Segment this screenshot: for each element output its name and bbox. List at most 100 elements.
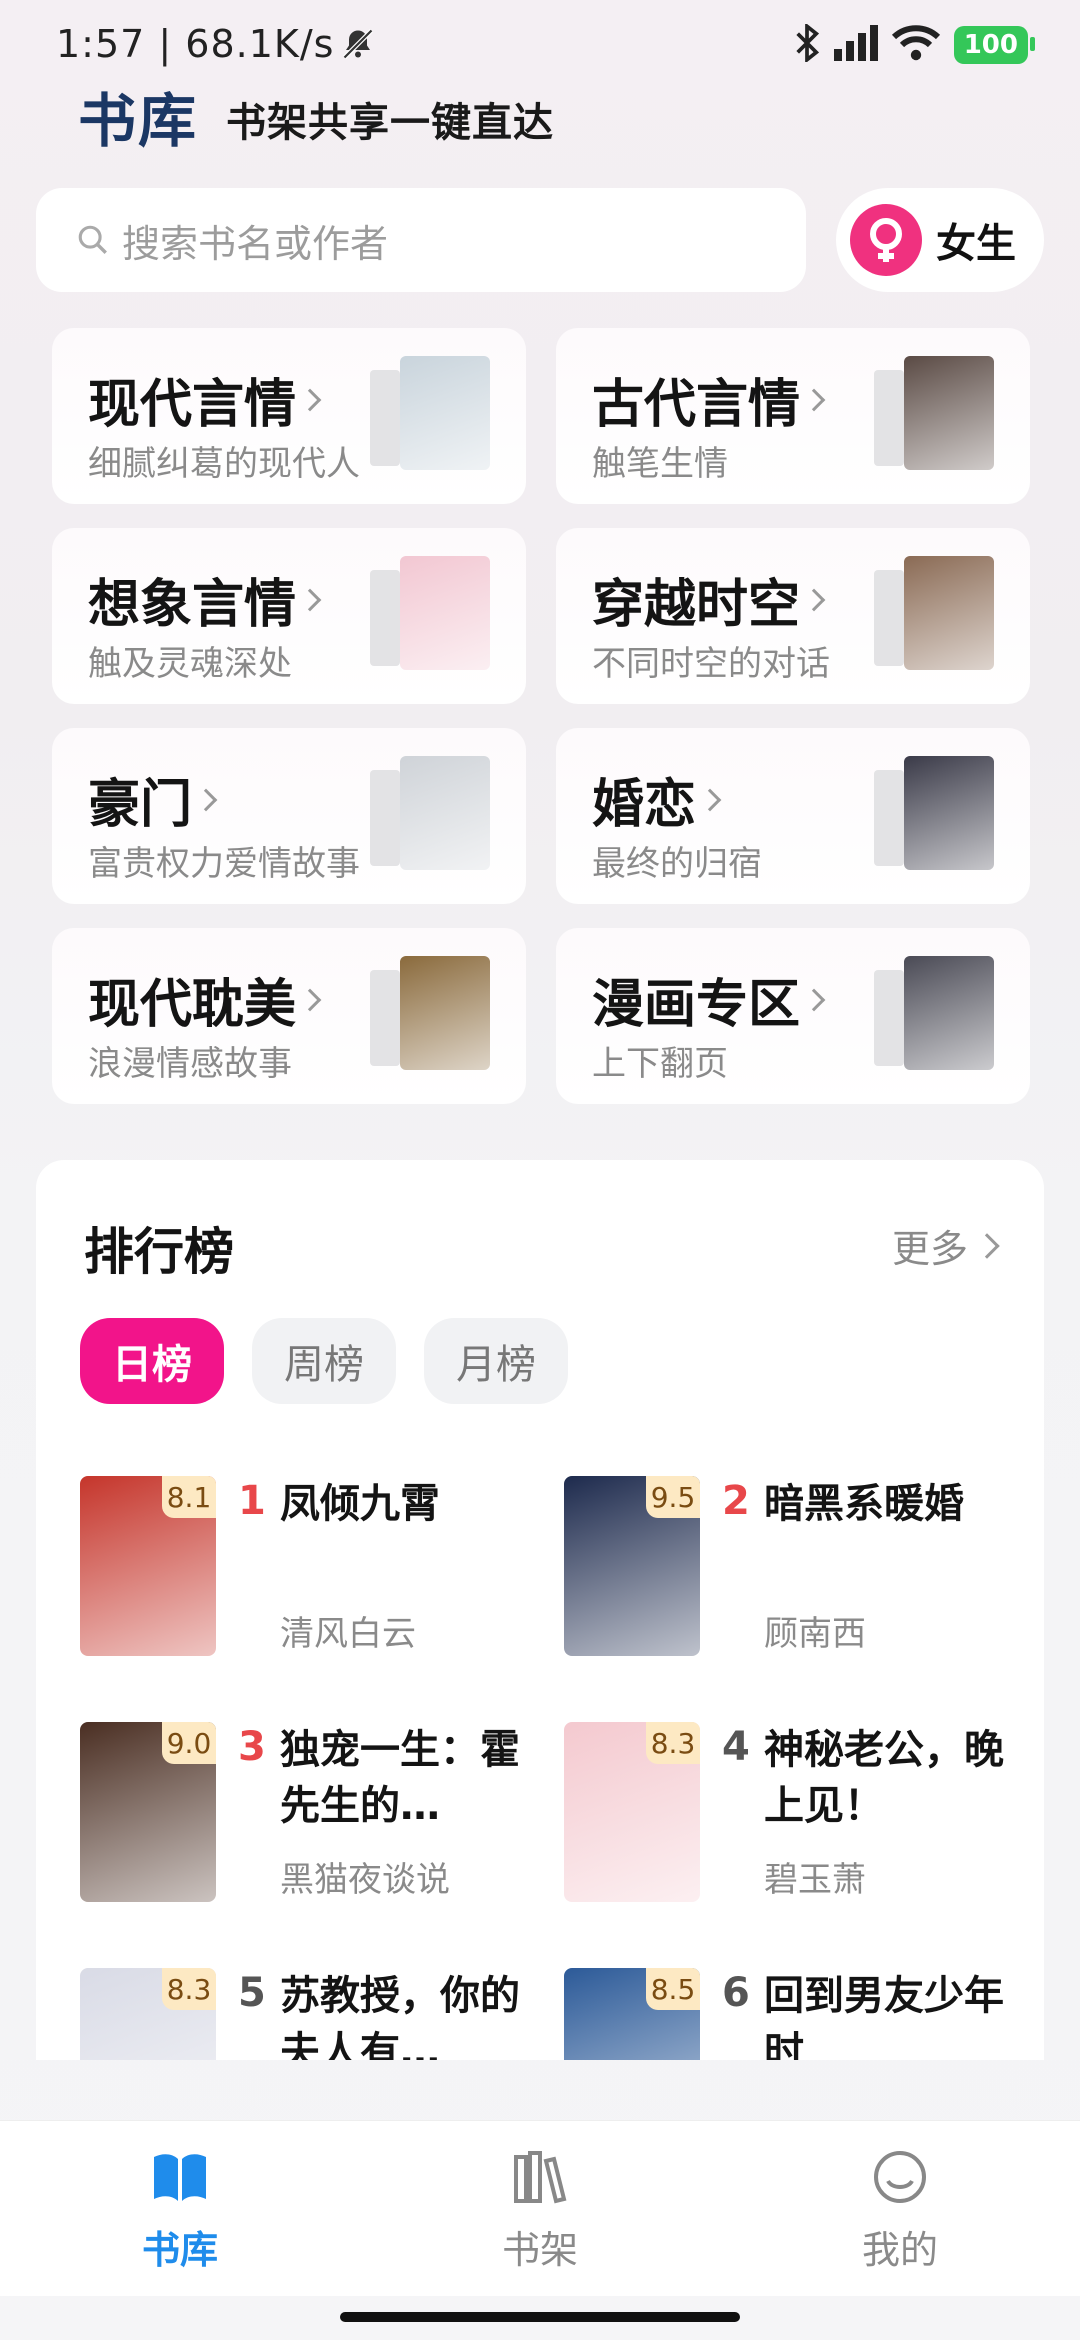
slogan: 书架共享一键直达 bbox=[226, 100, 555, 146]
female-icon bbox=[850, 204, 922, 276]
category-subtitle: 触及灵魂深处 bbox=[88, 644, 292, 684]
category-cover bbox=[370, 756, 490, 872]
book-title: 暗黑系暖婚 bbox=[764, 1481, 964, 1527]
book-author: 碧玉萧 bbox=[764, 1860, 866, 1900]
nav-label: 书架 bbox=[501, 2228, 578, 2272]
rank-number: 1 bbox=[238, 1478, 266, 1524]
chevron-right-icon bbox=[298, 588, 322, 611]
nav-bookshelf[interactable]: 书架 bbox=[360, 2121, 720, 2296]
category-cover bbox=[874, 756, 994, 872]
chevron-right-icon bbox=[974, 1232, 1000, 1259]
status-left: 1:57 | 68.1K/s bbox=[56, 22, 376, 66]
book-title: 凤倾九霄 bbox=[280, 1481, 440, 1527]
category-card[interactable]: 漫画专区 上下翻页 bbox=[556, 928, 1030, 1104]
signal-icon bbox=[833, 25, 878, 65]
category-card[interactable]: 婚恋 最终的归宿 bbox=[556, 728, 1030, 904]
ranking-title: 排行榜 bbox=[84, 1223, 234, 1281]
category-title: 豪门 bbox=[88, 762, 218, 837]
app-logo: 书库 bbox=[78, 87, 199, 155]
category-title-text: 穿越时空 bbox=[592, 575, 801, 635]
nav-label: 我的 bbox=[861, 2228, 938, 2272]
book-author: 黑猫夜谈说 bbox=[280, 1860, 450, 1900]
category-title-text: 想象言情 bbox=[88, 575, 297, 635]
book-author: 清风白云 bbox=[280, 1614, 416, 1654]
category-title: 漫画专区 bbox=[592, 962, 826, 1037]
gender-switch-button[interactable]: 女生 bbox=[836, 188, 1044, 292]
category-card[interactable]: 现代言情 细腻纠葛的现代人 bbox=[52, 328, 526, 504]
ranked-book[interactable]: 9.5 2 暗黑系暖婚 顾南西 bbox=[564, 1476, 1044, 1666]
ranked-book[interactable]: 8.3 5 苏教授，你的夫人有… bbox=[80, 1968, 560, 2060]
category-title: 古代言情 bbox=[592, 362, 826, 437]
category-card[interactable]: 穿越时空 不同时空的对话 bbox=[556, 528, 1030, 704]
book-title: 回到男友少年时 bbox=[764, 1973, 1004, 2060]
ranking-tabs: 日榜 周榜 月榜 bbox=[80, 1318, 568, 1404]
book-title: 独宠一生：霍先生的… bbox=[280, 1727, 520, 1829]
ranked-book[interactable]: 9.0 3 独宠一生：霍先生的… 黑猫夜谈说 bbox=[80, 1722, 560, 1912]
score-badge: 9.0 bbox=[162, 1722, 216, 1764]
rank-number: 6 bbox=[722, 1970, 750, 2016]
category-title: 想象言情 bbox=[88, 562, 322, 637]
category-title-text: 现代耽美 bbox=[88, 975, 297, 1035]
rank-number: 5 bbox=[238, 1970, 266, 2016]
battery-indicator: 100 bbox=[953, 26, 1036, 64]
category-subtitle: 上下翻页 bbox=[592, 1044, 728, 1084]
chevron-right-icon bbox=[194, 788, 218, 811]
search-icon bbox=[76, 223, 110, 257]
score-badge: 8.5 bbox=[646, 1968, 700, 2010]
category-card[interactable]: 想象言情 触及灵魂深处 bbox=[52, 528, 526, 704]
tab-monthly[interactable]: 月榜 bbox=[424, 1318, 568, 1404]
category-title-text: 豪门 bbox=[88, 775, 193, 835]
nav-profile[interactable]: 我的 bbox=[720, 2121, 1080, 2296]
category-title: 现代言情 bbox=[88, 362, 322, 437]
category-subtitle: 细腻纠葛的现代人 bbox=[88, 444, 360, 484]
chevron-right-icon bbox=[802, 388, 826, 411]
category-card[interactable]: 古代言情 触笔生情 bbox=[556, 328, 1030, 504]
ranked-book[interactable]: 8.1 1 凤倾九霄 清风白云 bbox=[80, 1476, 560, 1666]
chevron-right-icon bbox=[298, 388, 322, 411]
category-title-text: 古代言情 bbox=[592, 375, 801, 435]
ranked-book[interactable]: 8.3 4 神秘老公，晚上见！ 碧玉萧 bbox=[564, 1722, 1044, 1912]
category-title: 现代耽美 bbox=[88, 962, 322, 1037]
nav-library[interactable]: 书库 bbox=[0, 2121, 360, 2296]
chevron-right-icon bbox=[802, 588, 826, 611]
bluetooth-icon bbox=[794, 22, 820, 66]
category-subtitle: 不同时空的对话 bbox=[592, 644, 830, 684]
time-and-speed: 1:57 | 68.1K/s bbox=[56, 22, 335, 66]
category-card[interactable]: 豪门 富贵权力爱情故事 bbox=[52, 728, 526, 904]
tab-daily[interactable]: 日榜 bbox=[80, 1318, 224, 1404]
ranked-book[interactable]: 8.5 6 回到男友少年时 bbox=[564, 1968, 1044, 2060]
smile-face-icon bbox=[870, 2149, 930, 2205]
wifi-icon bbox=[891, 25, 940, 65]
home-indicator[interactable] bbox=[340, 2312, 740, 2322]
category-cover bbox=[874, 356, 994, 472]
search-input[interactable]: 搜索书名或作者 bbox=[36, 188, 806, 292]
tab-weekly[interactable]: 周榜 bbox=[252, 1318, 396, 1404]
category-cover bbox=[370, 356, 490, 472]
category-title: 穿越时空 bbox=[592, 562, 826, 637]
book-open-icon bbox=[150, 2149, 210, 2205]
book-author: 顾南西 bbox=[764, 1614, 866, 1654]
rank-number: 3 bbox=[238, 1724, 266, 1770]
status-right: 100 bbox=[794, 22, 1036, 66]
category-subtitle: 触笔生情 bbox=[592, 444, 728, 484]
book-title: 苏教授，你的夫人有… bbox=[280, 1973, 520, 2060]
category-subtitle: 富贵权力爱情故事 bbox=[88, 844, 360, 884]
score-badge: 8.3 bbox=[162, 1968, 216, 2010]
category-subtitle: 浪漫情感故事 bbox=[88, 1044, 292, 1084]
more-label: 更多 bbox=[891, 1227, 968, 1271]
more-link[interactable]: 更多 bbox=[891, 1218, 1000, 1273]
category-title-text: 现代言情 bbox=[88, 375, 297, 435]
category-cover bbox=[874, 956, 994, 1072]
score-badge: 9.5 bbox=[646, 1476, 700, 1518]
rank-number: 2 bbox=[722, 1478, 750, 1524]
bell-muted-icon bbox=[340, 26, 376, 62]
category-card[interactable]: 现代耽美 浪漫情感故事 bbox=[52, 928, 526, 1104]
category-cover bbox=[874, 556, 994, 672]
category-cover bbox=[370, 956, 490, 1072]
bookshelf-icon bbox=[510, 2149, 570, 2205]
category-subtitle: 最终的归宿 bbox=[592, 844, 762, 884]
header: 书库 书架共享一键直达 bbox=[78, 74, 554, 158]
category-cover bbox=[370, 556, 490, 672]
book-title: 神秘老公，晚上见！ bbox=[764, 1727, 1004, 1829]
chevron-right-icon bbox=[698, 788, 722, 811]
